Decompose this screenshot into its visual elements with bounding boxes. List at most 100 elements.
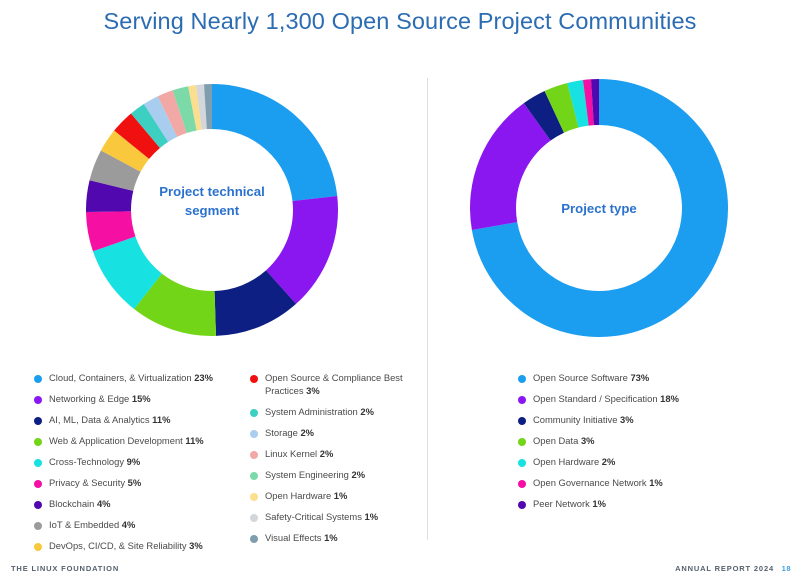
legend-item[interactable]: DevOps, CI/CD, & Site Reliability 3%: [34, 539, 249, 552]
legend-swatch-icon: [518, 417, 526, 425]
legend-item[interactable]: Community Initiative 3%: [518, 413, 748, 426]
legend-item[interactable]: Privacy & Security 5%: [34, 476, 249, 489]
legend-item[interactable]: Visual Effects 1%: [250, 531, 425, 544]
legend-swatch-icon: [250, 493, 258, 501]
legend-item-label: System Engineering 2%: [265, 468, 365, 481]
legend-item-value: 3%: [306, 385, 320, 396]
legend-swatch-icon: [34, 438, 42, 446]
legend-item-value: 3%: [620, 414, 634, 425]
legend-item-value: 2%: [602, 456, 616, 467]
legend-item-label: IoT & Embedded 4%: [49, 518, 135, 531]
legend-swatch-icon: [250, 535, 258, 543]
legend-item-value: 1%: [365, 511, 379, 522]
legend-item-label: Open Source & Compliance Best Practices …: [265, 371, 425, 398]
slide-page: Serving Nearly 1,300 Open Source Project…: [0, 0, 800, 581]
legend-item-label: Open Hardware 1%: [265, 489, 347, 502]
legend-item-value: 9%: [127, 456, 141, 467]
donut-right-center-label: Project type: [470, 199, 728, 218]
legend-swatch-icon: [250, 375, 258, 383]
legend-item-label: Peer Network 1%: [533, 497, 606, 510]
legend-swatch-icon: [34, 459, 42, 467]
legend-item-value: 15%: [132, 393, 151, 404]
legend-item-label: Safety-Critical Systems 1%: [265, 510, 378, 523]
legend-swatch-icon: [250, 472, 258, 480]
legend-item-label: Cloud, Containers, & Virtualization 23%: [49, 371, 213, 384]
donut-left-center-label: Project technicalsegment: [86, 182, 338, 220]
legend-swatch-icon: [518, 459, 526, 467]
legend-item-value: 3%: [189, 540, 203, 551]
legend-item-value: 23%: [194, 372, 213, 383]
center-label-line-1: Project type: [470, 199, 728, 218]
legend-item-label: Open Standard / Specification 18%: [533, 392, 679, 405]
legend-item-label: Privacy & Security 5%: [49, 476, 141, 489]
legend-item-label: Storage 2%: [265, 426, 314, 439]
legend-item-label: AI, ML, Data & Analytics 11%: [49, 413, 170, 426]
legend-item[interactable]: Networking & Edge 15%: [34, 392, 249, 405]
legend-item-value: 11%: [152, 414, 170, 425]
legend-item[interactable]: Peer Network 1%: [518, 497, 748, 510]
legend-item[interactable]: Cloud, Containers, & Virtualization 23%: [34, 371, 249, 384]
legend-item-value: 3%: [581, 435, 595, 446]
legend-item-label: Open Source Software 73%: [533, 371, 649, 384]
legend-swatch-icon: [518, 501, 526, 509]
legend-item[interactable]: System Engineering 2%: [250, 468, 425, 481]
legend-item-label: Web & Application Development 11%: [49, 434, 204, 447]
legend-item[interactable]: Web & Application Development 11%: [34, 434, 249, 447]
legend-item[interactable]: Open Source & Compliance Best Practices …: [250, 371, 425, 398]
center-label-line-1: Project technical: [86, 182, 338, 201]
legend-item-label: Linux Kernel 2%: [265, 447, 333, 460]
legend-item-value: 4%: [97, 498, 111, 509]
legend-swatch-icon: [34, 375, 42, 383]
legend-item-label: Blockchain 4%: [49, 497, 111, 510]
page-title: Serving Nearly 1,300 Open Source Project…: [0, 8, 800, 35]
legend-swatch-icon: [518, 396, 526, 404]
footer: THE LINUX FOUNDATION ANNUAL REPORT 2024 …: [0, 562, 800, 581]
legend-project-technical-segment-column-1: Cloud, Containers, & Virtualization 23% N…: [34, 371, 249, 559]
legend-item[interactable]: Open Hardware 2%: [518, 455, 748, 468]
legend-swatch-icon: [34, 396, 42, 404]
legend-item[interactable]: Open Hardware 1%: [250, 489, 425, 502]
legend-item[interactable]: Storage 2%: [250, 426, 425, 439]
legend-item[interactable]: Cross-Technology 9%: [34, 455, 249, 468]
legend-item-label: DevOps, CI/CD, & Site Reliability 3%: [49, 539, 203, 552]
legend-item-value: 1%: [324, 532, 338, 543]
legend-swatch-icon: [518, 375, 526, 383]
legend-swatch-icon: [34, 501, 42, 509]
footer-organization-label: THE LINUX FOUNDATION: [11, 564, 119, 573]
legend-swatch-icon: [250, 409, 258, 417]
legend-swatch-icon: [518, 480, 526, 488]
legend-item-value: 5%: [128, 477, 142, 488]
legend-item[interactable]: AI, ML, Data & Analytics 11%: [34, 413, 249, 426]
legend-swatch-icon: [518, 438, 526, 446]
legend-swatch-icon: [34, 522, 42, 530]
legend-project-technical-segment-column-2: Open Source & Compliance Best Practices …: [250, 371, 425, 552]
legend-item[interactable]: Open Governance Network 1%: [518, 476, 748, 489]
legend-item-label: Visual Effects 1%: [265, 531, 338, 544]
legend-swatch-icon: [250, 430, 258, 438]
legend-item[interactable]: Open Source Software 73%: [518, 371, 748, 384]
legend-project-type-column-1: Open Source Software 73% Open Standard / …: [518, 371, 748, 518]
legend-item-value: 11%: [185, 435, 203, 446]
legend-item[interactable]: Linux Kernel 2%: [250, 447, 425, 460]
legend-swatch-icon: [34, 417, 42, 425]
legend-swatch-icon: [34, 480, 42, 488]
legend-swatch-icon: [34, 543, 42, 551]
legend-item-value: 1%: [649, 477, 663, 488]
legend-item[interactable]: Open Data 3%: [518, 434, 748, 447]
legend-item[interactable]: Safety-Critical Systems 1%: [250, 510, 425, 523]
legend-item-label: Open Data 3%: [533, 434, 595, 447]
legend-item-value: 2%: [352, 469, 366, 480]
legend-item[interactable]: System Administration 2%: [250, 405, 425, 418]
legend-item[interactable]: Blockchain 4%: [34, 497, 249, 510]
legend-item-value: 18%: [660, 393, 679, 404]
legend-item-value: 1%: [334, 490, 348, 501]
footer-report-label: ANNUAL REPORT 2024: [675, 564, 774, 573]
legend-item[interactable]: IoT & Embedded 4%: [34, 518, 249, 531]
legend-item-value: 4%: [122, 519, 136, 530]
footer-page-number: 18: [782, 564, 791, 573]
legend-item-label: Cross-Technology 9%: [49, 455, 140, 468]
legend-item-label: Open Hardware 2%: [533, 455, 615, 468]
legend-item-label: Open Governance Network 1%: [533, 476, 663, 489]
legend-item[interactable]: Open Standard / Specification 18%: [518, 392, 748, 405]
legend-item-value: 73%: [630, 372, 649, 383]
